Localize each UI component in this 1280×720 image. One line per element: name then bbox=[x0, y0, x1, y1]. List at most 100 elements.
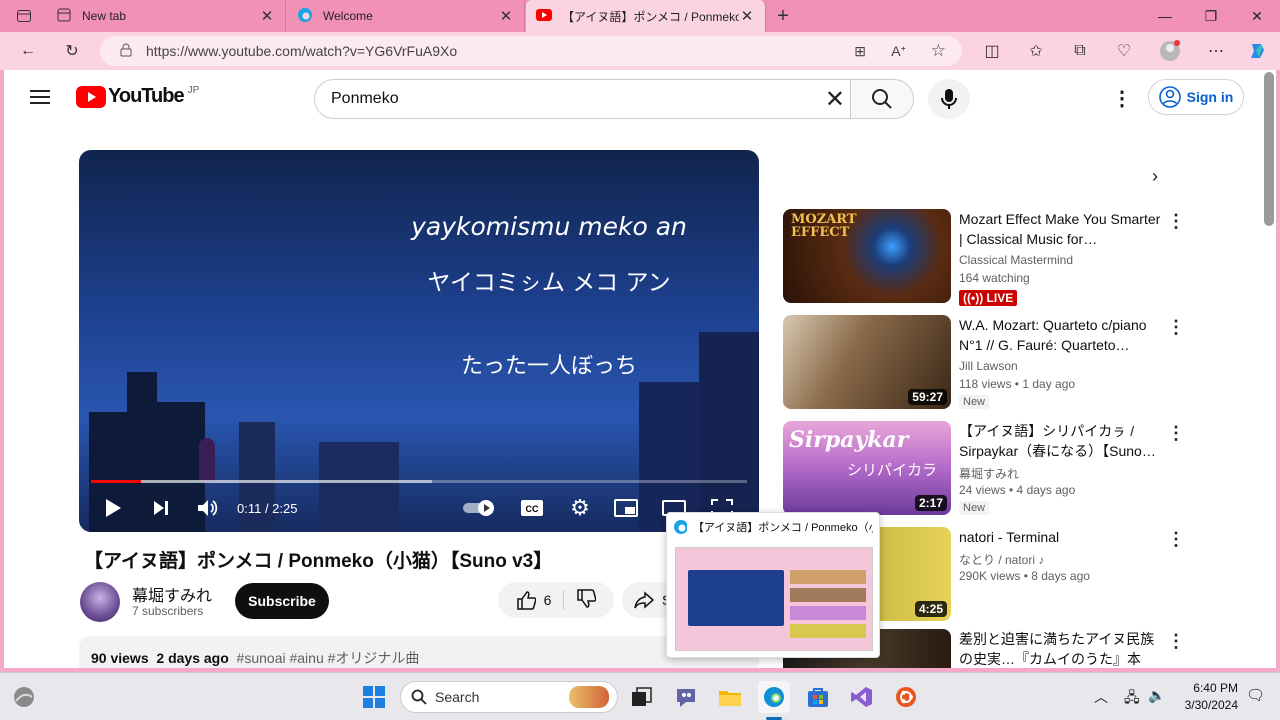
logo-text: YouTube bbox=[108, 85, 185, 107]
voice-search-button[interactable] bbox=[928, 79, 970, 119]
split-screen-icon[interactable]: ◫ bbox=[980, 39, 1004, 63]
browser-essentials-icon[interactable]: ♡ bbox=[1112, 39, 1136, 63]
taskbar-search-placeholder: Search bbox=[435, 689, 480, 705]
close-icon[interactable]: ✕ bbox=[739, 7, 755, 25]
start-windows-icon[interactable] bbox=[358, 681, 390, 713]
next-button[interactable] bbox=[149, 496, 173, 520]
lyric-line-2: ヤイコミㇱム メコ アン bbox=[427, 270, 671, 296]
speaker-icon[interactable]: 🔈 bbox=[1148, 687, 1165, 704]
rec-title: 【アイヌ語】シリパイカㇻ / Sirpaykar（春になる）【Suno… bbox=[959, 423, 1156, 459]
progress-bar[interactable] bbox=[91, 480, 747, 483]
miniplayer-button[interactable] bbox=[613, 496, 639, 520]
tab-new-tab[interactable]: New tab ✕ bbox=[46, 0, 286, 32]
url-text: https://www.youtube.com/watch?v=YG6VrFuA… bbox=[146, 43, 458, 59]
profile-avatar-icon[interactable] bbox=[1158, 39, 1182, 63]
preview-thumbnail bbox=[675, 547, 873, 651]
thumbnail-text: MOZART EFFECT bbox=[791, 212, 857, 240]
thumbs-down-icon bbox=[577, 588, 597, 608]
rec-menu-icon[interactable]: ⋮ bbox=[1167, 631, 1185, 652]
next-icon bbox=[154, 501, 168, 515]
rec-meta: 118 views • 1 day ago bbox=[959, 377, 1076, 391]
view-count: 90 views bbox=[91, 650, 149, 666]
subscribe-button[interactable]: Subscribe bbox=[235, 583, 329, 619]
restore-button[interactable]: ❐ bbox=[1188, 0, 1234, 32]
edge-taskbar-icon[interactable] bbox=[758, 681, 790, 713]
minimize-button[interactable]: — bbox=[1142, 0, 1188, 32]
edge-icon bbox=[674, 520, 687, 534]
channel-avatar[interactable] bbox=[80, 582, 120, 622]
rec-menu-icon[interactable]: ⋮ bbox=[1167, 423, 1185, 444]
rec-menu-icon[interactable]: ⋮ bbox=[1167, 317, 1185, 338]
tab-youtube-video[interactable]: 【アイヌ語】ポンメコ / Ponmeko（小猫） ✕ bbox=[526, 0, 766, 32]
rec-menu-icon[interactable]: ⋮ bbox=[1167, 529, 1185, 550]
rec-title: W.A. Mozart: Quarteto c/piano N°1 // G. … bbox=[959, 317, 1147, 353]
rec-channel: 幕堀すみれ bbox=[959, 467, 1020, 481]
favorite-star-icon[interactable]: ☆ bbox=[931, 41, 946, 61]
tab-welcome[interactable]: Welcome ✕ bbox=[287, 0, 525, 32]
rec-title: Mozart Effect Make You Smarter | Classic… bbox=[959, 211, 1161, 247]
search-input[interactable]: Ponmeko ✕ bbox=[314, 79, 852, 119]
teams-chat-icon[interactable] bbox=[670, 681, 702, 713]
notification-icon[interactable]: 🗨 bbox=[1246, 686, 1265, 704]
account-icon bbox=[1158, 86, 1181, 108]
more-options-icon[interactable]: ⋯ bbox=[1204, 39, 1228, 63]
recommendation-item[interactable]: 59:27 W.A. Mozart: Quarteto c/piano N°1 … bbox=[783, 315, 1253, 411]
read-aloud-icon[interactable]: Aᐩ bbox=[891, 43, 906, 60]
volume-button[interactable] bbox=[195, 496, 221, 520]
settings-button[interactable]: ⚙ bbox=[567, 495, 593, 520]
taskbar-search-box[interactable]: Search bbox=[400, 681, 618, 713]
dislike-button[interactable] bbox=[564, 588, 597, 612]
close-icon[interactable]: ✕ bbox=[498, 7, 514, 25]
recommendation-item[interactable]: Sirpaykar シリパイカラ 2:17 【アイヌ語】シリパイカㇻ / Sir… bbox=[783, 421, 1253, 517]
favorites-icon[interactable]: ✩ bbox=[1024, 39, 1048, 63]
clock-time[interactable]: 6:40 PM bbox=[1186, 681, 1238, 695]
hashtags[interactable]: #sunoai #ainu #オリジナル曲 bbox=[237, 650, 420, 666]
youtube-logo[interactable]: YouTube JP bbox=[76, 85, 199, 108]
app-available-icon[interactable]: ⊞ bbox=[854, 43, 866, 60]
visual-studio-icon[interactable] bbox=[846, 681, 878, 713]
network-icon[interactable]: 🖧 bbox=[1124, 687, 1140, 711]
like-button[interactable]: 6 bbox=[516, 590, 565, 610]
window-close-button[interactable]: ✕ bbox=[1234, 0, 1280, 32]
play-button[interactable] bbox=[101, 496, 125, 520]
subtitles-button[interactable]: CC bbox=[519, 496, 545, 520]
gear-icon: ⚙ bbox=[570, 495, 590, 520]
refresh-icon[interactable]: ↻ bbox=[60, 39, 84, 63]
clock-date[interactable]: 3/30/2024 bbox=[1176, 698, 1238, 712]
file-explorer-icon[interactable] bbox=[714, 681, 746, 713]
search-button[interactable] bbox=[850, 79, 914, 119]
back-arrow-icon[interactable]: ← bbox=[16, 39, 40, 63]
widgets-icon[interactable] bbox=[8, 681, 40, 713]
youtube-play-logo-icon bbox=[76, 85, 106, 108]
ubuntu-icon[interactable] bbox=[890, 681, 922, 713]
recommendation-item[interactable]: MOZART EFFECT Mozart Effect Make You Sma… bbox=[783, 209, 1253, 307]
live-badge: ((•)) LIVE bbox=[959, 289, 1018, 307]
tab-actions-icon[interactable] bbox=[12, 4, 36, 28]
description-box[interactable]: 90 views 2 days ago #sunoai #ainu #オリジナル… bbox=[79, 636, 759, 668]
like-dislike-group: 6 bbox=[498, 582, 614, 618]
live-broadcast-icon: ((•)) bbox=[963, 291, 987, 305]
rec-menu-icon[interactable]: ⋮ bbox=[1167, 211, 1185, 232]
collections-icon[interactable]: ⧉ bbox=[1068, 39, 1092, 63]
tab-title: Welcome bbox=[323, 9, 373, 23]
taskbar-window-preview[interactable]: 【アイヌ語】ポンメコ / Ponmeko（小猫） bbox=[666, 512, 880, 658]
close-icon[interactable]: ✕ bbox=[259, 7, 275, 25]
channel-name[interactable]: 幕堀すみれ bbox=[132, 582, 212, 606]
settings-kebab-icon[interactable]: ⋮ bbox=[1112, 86, 1132, 111]
duration-badge: 2:17 bbox=[914, 495, 947, 511]
store-icon[interactable] bbox=[802, 681, 834, 713]
copilot-icon[interactable] bbox=[1246, 39, 1270, 63]
video-player[interactable]: yaykomismu meko an ヤイコミㇱム メコ アン たった一人ぼっち… bbox=[79, 150, 759, 532]
hamburger-menu-icon[interactable] bbox=[30, 88, 50, 106]
address-bar[interactable]: https://www.youtube.com/watch?v=YG6VrFuA… bbox=[100, 36, 962, 66]
clear-search-icon[interactable]: ✕ bbox=[825, 85, 845, 114]
autoplay-toggle[interactable] bbox=[461, 496, 497, 520]
chevron-right-icon[interactable]: › bbox=[1152, 166, 1158, 187]
new-tab-plus-icon[interactable]: + bbox=[771, 4, 795, 28]
chevron-up-icon[interactable]: ︿ bbox=[1094, 687, 1108, 707]
lyric-line-1: yaykomismu meko an bbox=[411, 212, 687, 241]
task-view-icon[interactable] bbox=[626, 681, 658, 713]
time-display: 0:11 / 2:25 bbox=[237, 500, 298, 516]
sign-in-button[interactable]: Sign in bbox=[1148, 79, 1244, 115]
page-scrollbar[interactable] bbox=[1264, 72, 1274, 226]
